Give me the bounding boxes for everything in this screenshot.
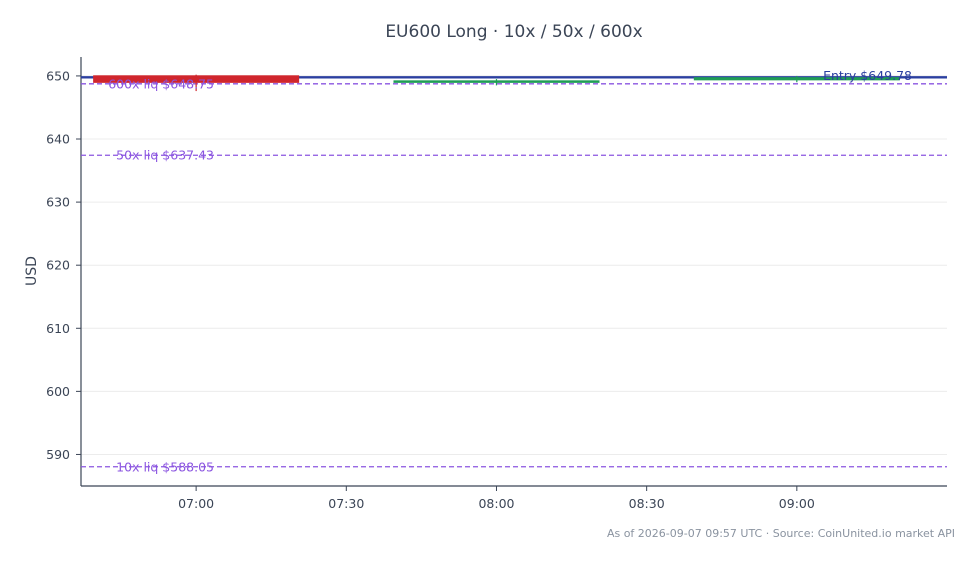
candle-body-2: [393, 80, 600, 83]
y-tick-label: 620: [46, 258, 70, 273]
liq-10x-label: 10x liq $588.05: [116, 459, 214, 474]
liq-600x-label: 600x liq $648.75: [108, 76, 214, 91]
reference-line-labels: Entry $649.78 600x liq $648.75 50x liq $63…: [108, 68, 912, 474]
y-tick-label: 630: [46, 195, 70, 210]
x-tick-label: 07:30: [328, 496, 364, 511]
candlestick-chart: EU600 Long · 10x / 50x / 600x 590 600 610 6…: [24, 22, 955, 540]
y-tick-label: 610: [46, 321, 70, 336]
x-tick-label: 08:30: [629, 496, 665, 511]
axes: 590 600 610 620 630 640 650 07:00 07:30 08:00 08:3…: [46, 57, 947, 511]
x-tick-label: 07:00: [178, 496, 214, 511]
source-note: As of 2026-09-07 09:57 UTC · Source: Coi…: [607, 527, 955, 540]
y-tick-label: 600: [46, 384, 70, 399]
y-axis-label: USD: [24, 256, 40, 286]
x-tick-label: 09:00: [779, 496, 815, 511]
chart-container: EU600 Long · 10x / 50x / 600x 590 600 610 6…: [0, 0, 979, 564]
x-tick-label: 08:00: [478, 496, 514, 511]
grid-lines: [81, 75, 947, 455]
liq-50x-label: 50x liq $637.43: [116, 148, 214, 163]
y-tick-label: 640: [46, 132, 70, 147]
chart-title: EU600 Long · 10x / 50x / 600x: [385, 22, 642, 42]
reference-lines: [81, 76, 947, 468]
y-tick-label: 650: [46, 68, 70, 83]
y-tick-label: 590: [46, 447, 70, 462]
entry-label: Entry $649.78: [823, 68, 912, 83]
